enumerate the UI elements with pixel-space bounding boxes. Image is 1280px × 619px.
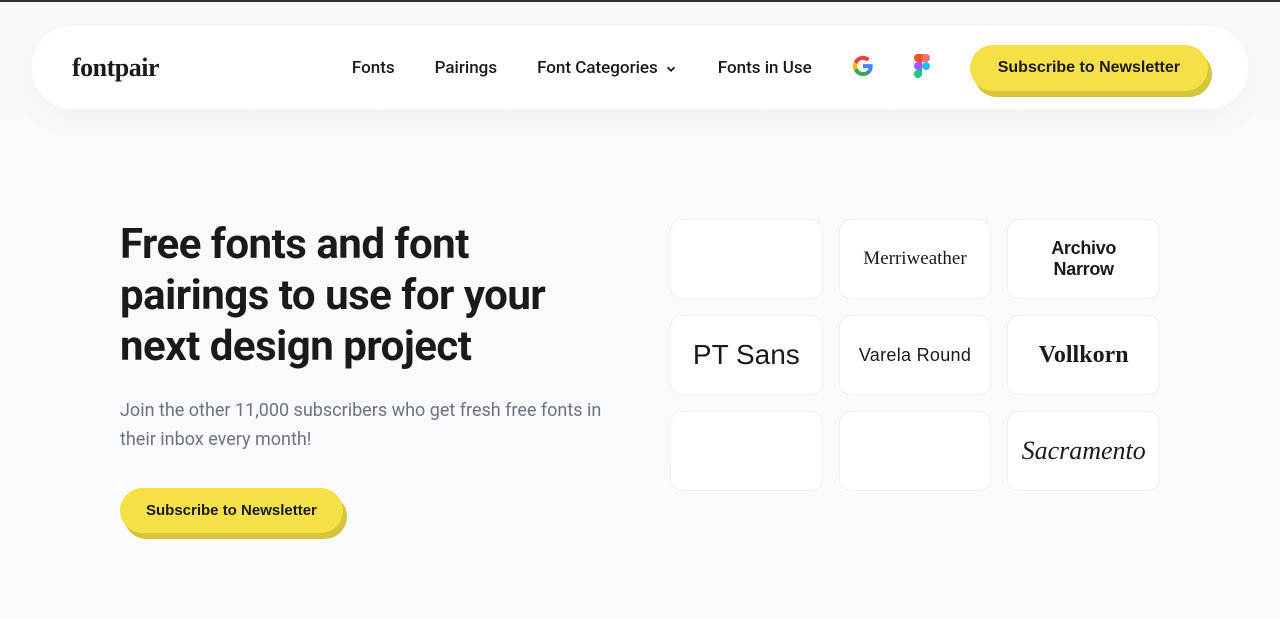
google-icon[interactable] (852, 55, 874, 81)
font-grid: Merriweather Archivo Narrow PT Sans Vare… (670, 219, 1160, 533)
font-card-blank-2[interactable] (670, 411, 823, 491)
nav-pairings[interactable]: Pairings (435, 58, 497, 78)
font-card-vollkorn[interactable]: Vollkorn (1007, 315, 1160, 395)
font-card-sacramento[interactable]: Sacramento (1007, 411, 1160, 491)
nav-categories-label: Font Categories (537, 58, 658, 78)
nav-links: Fonts Pairings Font Categories Fonts in … (352, 45, 1208, 91)
nav-fonts-in-use[interactable]: Fonts in Use (718, 58, 812, 78)
hero-content: Free fonts and font pairings to use for … (120, 219, 610, 533)
hero-subtitle: Join the other 11,000 subscribers who ge… (120, 397, 610, 455)
font-card-pt-sans[interactable]: PT Sans (670, 315, 823, 395)
subscribe-button[interactable]: Subscribe to Newsletter (970, 45, 1208, 91)
font-card-varela-round[interactable]: Varela Round (839, 315, 992, 395)
logo[interactable]: fontpair (72, 53, 159, 83)
main-nav: fontpair Fonts Pairings Font Categories … (32, 26, 1248, 109)
font-card-blank-1[interactable] (670, 219, 823, 299)
chevron-down-icon (664, 61, 678, 75)
nav-categories[interactable]: Font Categories (537, 58, 678, 78)
hero-subscribe-button[interactable]: Subscribe to Newsletter (120, 488, 343, 533)
hero-section: Free fonts and font pairings to use for … (0, 109, 1280, 533)
figma-icon[interactable] (914, 54, 930, 82)
hero-title: Free fonts and font pairings to use for … (120, 219, 610, 373)
font-card-merriweather[interactable]: Merriweather (839, 219, 992, 299)
font-card-archivo-narrow[interactable]: Archivo Narrow (1007, 219, 1160, 299)
nav-fonts[interactable]: Fonts (352, 58, 395, 78)
font-card-blank-3[interactable] (839, 411, 992, 491)
